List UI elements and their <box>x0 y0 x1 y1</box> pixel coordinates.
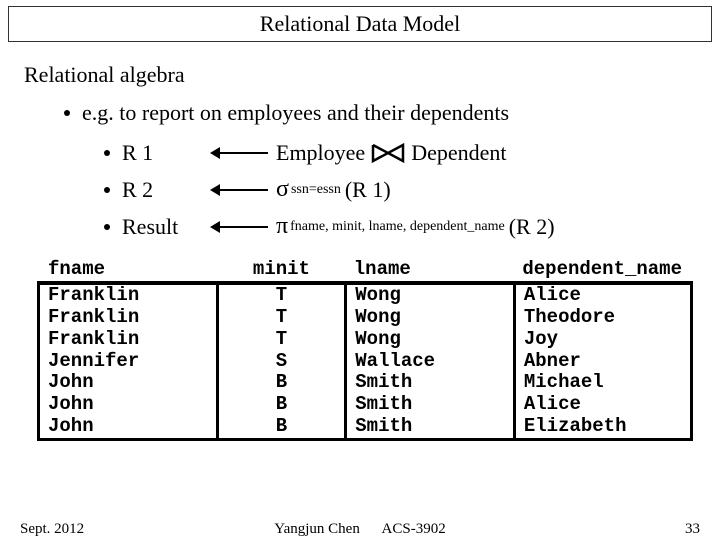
left-arrow-icon <box>210 184 268 196</box>
table-row: FranklinTWongTheodore <box>40 307 690 329</box>
cell-dep: Elizabeth <box>514 416 690 438</box>
cell-fname: Franklin <box>40 284 217 307</box>
table-header-row: fname minit lname dependent_name <box>40 256 690 284</box>
cell-minit: B <box>217 416 346 438</box>
footer-course: ACS-3902 <box>382 521 446 537</box>
cell-lname: Smith <box>346 394 515 416</box>
cell-dep: Theodore <box>514 307 690 329</box>
cell-fname: Jennifer <box>40 351 217 373</box>
cell-lname: Wallace <box>346 351 515 373</box>
table-row: FranklinTWongJoy <box>40 329 690 351</box>
th-lname: lname <box>346 256 515 284</box>
slide-content: Relational algebra e.g. to report on emp… <box>0 42 720 438</box>
r1-label: R 1 <box>122 140 202 166</box>
footer-author: Yangjun Chen <box>274 521 360 537</box>
r2-subscript: ssn=essn <box>291 182 341 198</box>
cell-minit: B <box>217 372 346 394</box>
cell-fname: John <box>40 372 217 394</box>
cell-lname: Wong <box>346 284 515 307</box>
result-table: fname minit lname dependent_name Frankli… <box>40 256 690 438</box>
main-bullet: e.g. to report on employees and their de… <box>64 100 696 126</box>
cell-minit: B <box>217 394 346 416</box>
sigma-symbol: σ <box>276 176 289 203</box>
header-title: Relational Data Model <box>260 11 460 36</box>
cell-dep: Joy <box>514 329 690 351</box>
table-row: JohnBSmithMichael <box>40 372 690 394</box>
footer-center: Yangjun Chen ACS-3902 <box>233 521 488 538</box>
footer-page: 33 <box>488 521 701 538</box>
cell-minit: S <box>217 351 346 373</box>
cell-dep: Alice <box>514 394 690 416</box>
cell-minit: T <box>217 284 346 307</box>
bullet-icon <box>104 224 110 230</box>
section-title: Relational algebra <box>24 62 696 88</box>
cell-minit: T <box>217 307 346 329</box>
cell-lname: Smith <box>346 416 515 438</box>
footer-date: Sept. 2012 <box>20 521 233 538</box>
cell-lname: Wong <box>346 307 515 329</box>
line-result: Result π fname, minit, lname, dependent_… <box>104 213 696 240</box>
natural-join-icon <box>371 142 405 164</box>
cell-fname: John <box>40 416 217 438</box>
left-arrow-icon <box>210 147 268 159</box>
bullet-icon <box>64 110 70 116</box>
cell-fname: Franklin <box>40 329 217 351</box>
cell-fname: Franklin <box>40 307 217 329</box>
th-dep: dependent_name <box>514 256 690 284</box>
table-row: JohnBSmithAlice <box>40 394 690 416</box>
cell-dep: Alice <box>514 284 690 307</box>
table-row: JohnBSmithElizabeth <box>40 416 690 438</box>
th-minit: minit <box>217 256 346 284</box>
bullet-icon <box>104 150 110 156</box>
page-header: Relational Data Model <box>8 6 712 42</box>
r1-right: Dependent <box>411 140 506 166</box>
r2-arg: (R 1) <box>345 177 391 203</box>
bullet-icon <box>104 187 110 193</box>
table-row: JenniferSWallaceAbner <box>40 351 690 373</box>
cell-lname: Wong <box>346 329 515 351</box>
r2-label: R 2 <box>122 177 202 203</box>
cell-minit: T <box>217 329 346 351</box>
line-r2: R 2 σ ssn=essn (R 1) <box>104 176 696 203</box>
line-r1: R 1 Employee Dependent <box>104 140 696 166</box>
cell-lname: Smith <box>346 372 515 394</box>
pi-symbol: π <box>276 213 288 240</box>
r1-left: Employee <box>276 140 365 166</box>
cell-fname: John <box>40 394 217 416</box>
th-fname: fname <box>40 256 217 284</box>
main-bullet-text: e.g. to report on employees and their de… <box>82 100 509 126</box>
result-subscript: fname, minit, lname, dependent_name <box>290 219 505 235</box>
table-row: FranklinTWongAlice <box>40 284 690 307</box>
left-arrow-icon <box>210 221 268 233</box>
result-label: Result <box>122 214 202 240</box>
cell-dep: Michael <box>514 372 690 394</box>
cell-dep: Abner <box>514 351 690 373</box>
result-arg: (R 2) <box>509 214 555 240</box>
footer: Sept. 2012 Yangjun Chen ACS-3902 33 <box>0 521 720 538</box>
